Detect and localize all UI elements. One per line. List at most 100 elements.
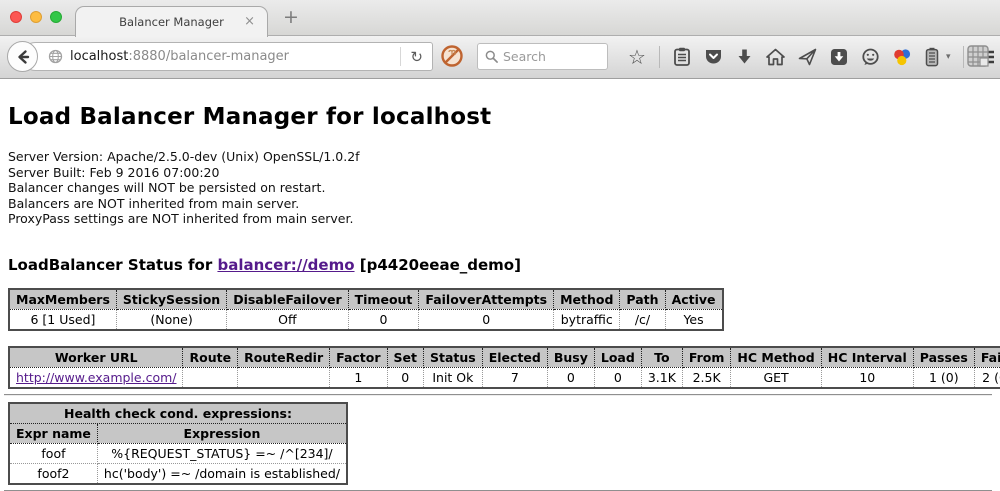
download-extension-icon[interactable] [830,48,848,66]
tab-title: Balancer Manager [119,15,224,29]
column-header: Active [665,289,722,310]
column-header: Status [424,347,483,368]
table-header-row: Worker URLRouteRouteRedirFactorSetStatus… [9,347,1000,368]
column-header: From [682,347,731,368]
back-button[interactable] [7,41,38,72]
table-header-row: Expr nameExpression [9,423,347,443]
table-cell: 3.1K [641,367,682,388]
url-path: :8880/balancer-manager [128,49,289,64]
table-cell: 6 [1 Used] [9,309,116,330]
table-cell [238,367,330,388]
table-cell: Yes [665,309,722,330]
column-header: Expr name [9,423,97,443]
table-row: foof2hc('body') =~ /domain is establishe… [9,463,347,484]
table-cell: 2.5K [682,367,731,388]
search-icon [485,50,498,63]
table-cell: /c/ [620,309,665,330]
table-cell: 0 [419,309,554,330]
window-close-button[interactable] [10,11,22,23]
table-cell: 7 [482,367,547,388]
inherit-notice-line: Balancers are NOT inherited from main se… [8,196,992,212]
table-cell: (None) [116,309,226,330]
column-header: To [641,347,682,368]
tab-close-icon[interactable]: × [244,14,255,29]
battery-extension-icon[interactable] [925,47,939,67]
column-header: Elected [482,347,547,368]
balancer-manager-page: Load Balancer Manager for localhost Serv… [0,79,1000,490]
table-cell [183,367,238,388]
url-host: localhost [70,49,128,64]
window-minimize-button[interactable] [30,11,42,23]
tab-groups-icon[interactable] [966,44,990,72]
table-cell: GET [731,367,821,388]
table-cell: 1 [330,367,387,388]
bookmark-star-icon[interactable]: ☆ [628,45,646,69]
column-header: RouteRedir [238,347,330,368]
table-header-row: MaxMembersStickySessionDisableFailoverTi… [9,289,723,310]
column-header: Fails [974,347,1000,368]
emoji-extension-icon[interactable] [861,48,880,66]
new-tab-button[interactable]: + [283,6,299,28]
table-cell: %{REQUEST_STATUS} =~ /^[234]/ [97,443,347,463]
back-arrow-icon [15,49,31,65]
table-row: http://www.example.com/10Init Ok7003.1K2… [9,367,1000,388]
column-header: Method [554,289,620,310]
proxypass-notice-line: ProxyPass settings are NOT inherited fro… [8,211,992,227]
window-titlebar: Balancer Manager × + [0,0,1000,36]
table-cell: bytraffic [554,309,620,330]
server-built-line: Server Built: Feb 9 2016 07:00:20 [8,165,992,181]
column-header: HC Method [731,347,821,368]
section-divider [4,394,992,396]
column-header: Timeout [348,289,419,310]
column-header: Load [594,347,641,368]
table-cell: Init Ok [424,367,483,388]
table-title: Health check cond. expressions: [9,403,347,424]
table-row: 6 [1 Used](None)Off00bytraffic/c/Yes [9,309,723,330]
server-version-line: Server Version: Apache/2.5.0-dev (Unix) … [8,149,992,165]
column-header: Expression [97,423,347,443]
globe-icon [48,49,63,64]
downloads-icon[interactable] [736,48,753,66]
reading-list-icon[interactable] [673,47,691,67]
toolbar-divider [963,46,964,68]
extension-dropdown-caret-icon[interactable]: ▾ [946,52,951,62]
content-blocked-icon[interactable] [440,44,464,72]
page-title: Load Balancer Manager for localhost [8,104,992,130]
toolbar-divider [659,46,660,68]
server-info: Server Version: Apache/2.5.0-dev (Unix) … [8,149,992,227]
table-cell: http://www.example.com/ [9,367,183,388]
column-header: Worker URL [9,347,183,368]
table-cell: 0 [348,309,419,330]
worker-url-link[interactable]: http://www.example.com/ [16,370,176,385]
reload-button[interactable]: ↻ [401,48,432,66]
column-header: StickySession [116,289,226,310]
url-bar[interactable]: localhost:8880/balancer-manager ↻ [21,42,433,71]
health-check-table: Health check cond. expressions:Expr name… [8,402,348,485]
search-placeholder: Search [503,49,546,64]
column-header: Busy [547,347,594,368]
pocket-icon[interactable] [704,48,723,66]
balancer-settings-table: MaxMembersStickySessionDisableFailoverTi… [8,288,724,331]
column-header: FailoverAttempts [419,289,554,310]
navigation-toolbar: localhost:8880/balancer-manager ↻ Search… [0,36,1000,79]
column-header: Route [183,347,238,368]
home-icon[interactable] [766,48,785,66]
table-cell: 0 [547,367,594,388]
persist-notice-line: Balancer changes will NOT be persisted o… [8,180,992,196]
table-cell: hc('body') =~ /domain is established/ [97,463,347,484]
table-cell: 0 [594,367,641,388]
table-row: foof%{REQUEST_STATUS} =~ /^[234]/ [9,443,347,463]
colored-dots-extension-icon[interactable] [893,48,912,67]
send-plane-icon[interactable] [798,48,817,66]
column-header: Passes [913,347,974,368]
search-bar[interactable]: Search [477,43,608,70]
status-prefix: LoadBalancer Status for [8,256,217,274]
url-text[interactable]: localhost:8880/balancer-manager [70,49,400,64]
balancer-link[interactable]: balancer://demo [217,256,354,274]
worker-status-table: Worker URLRouteRouteRedirFactorSetStatus… [8,346,1000,389]
browser-tab[interactable]: Balancer Manager × [75,6,268,37]
window-zoom-button[interactable] [50,11,62,23]
table-cell: Off [227,309,348,330]
status-suffix: [p4420eeae_demo] [355,256,521,274]
column-header: Path [620,289,665,310]
